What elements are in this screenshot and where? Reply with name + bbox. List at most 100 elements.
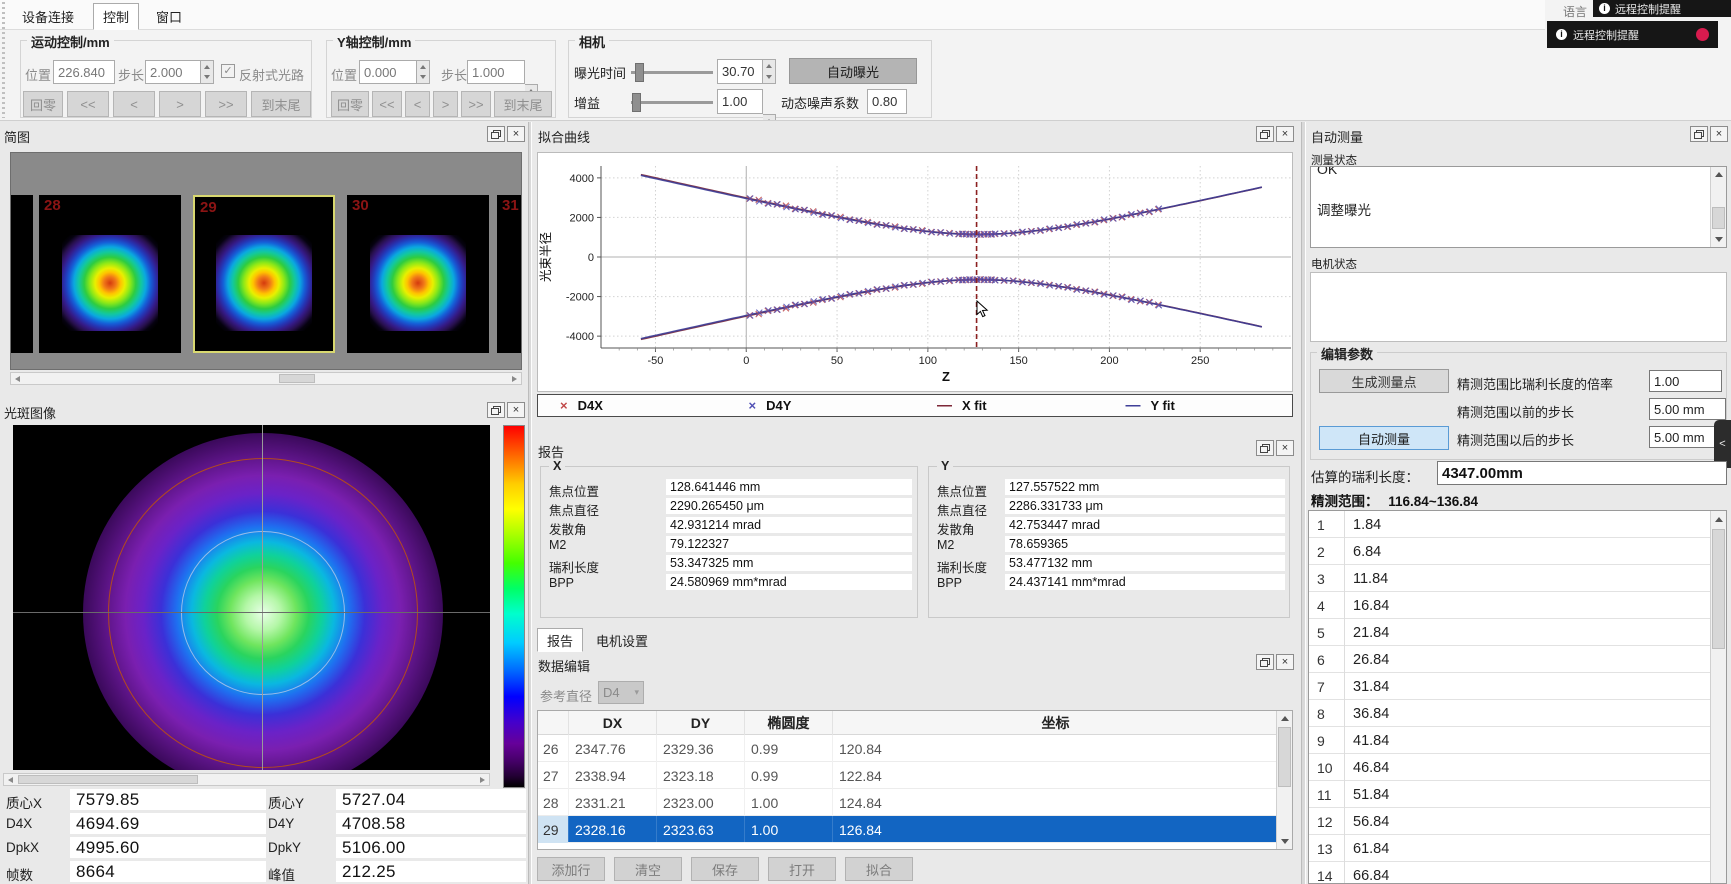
edit-button-保存[interactable]: 保存 (691, 857, 759, 881)
measure-point-row[interactable]: 626.84 (1309, 646, 1710, 673)
measure-point-row[interactable]: 11.84 (1309, 511, 1710, 538)
exposure-input[interactable]: 30.70 (717, 59, 763, 84)
scroll-right-icon[interactable] (480, 777, 485, 783)
close-icon[interactable]: × (1276, 126, 1294, 142)
edit-button-添加行[interactable]: 添加行 (537, 857, 605, 881)
scroll-left-icon[interactable] (8, 777, 13, 783)
scrollbar-thumb[interactable] (279, 374, 315, 383)
tab-motor-settings[interactable]: 电机设置 (585, 628, 659, 652)
table-row[interactable]: 292328.162323.631.00126.84 (538, 816, 1276, 843)
table-row[interactable]: 282331.212323.001.00124.84 (538, 789, 1276, 816)
table-vscrollbar[interactable] (1276, 711, 1292, 849)
fit-chart-frame[interactable]: -4000-2000020004000-50050100150200250Z光束… (537, 152, 1293, 392)
restore-icon[interactable] (1256, 440, 1274, 456)
motion-nav-0[interactable]: 回零 (23, 91, 63, 117)
list-vscrollbar[interactable] (1710, 511, 1726, 883)
remote-control-toast-2[interactable]: i 远程控制提醒 (1547, 21, 1718, 48)
measure-point-row[interactable]: 1046.84 (1309, 754, 1710, 781)
column-header-坐标[interactable]: 坐标 (832, 711, 1278, 735)
thumbnail-hscrollbar[interactable] (10, 372, 522, 385)
y-axis-nav-2[interactable]: < (405, 91, 430, 117)
splitter-right[interactable] (1301, 122, 1306, 884)
ratio-input[interactable]: 1.00 (1649, 370, 1722, 392)
thumbnail-partial[interactable] (11, 195, 33, 353)
edit-button-清空[interactable]: 清空 (614, 857, 682, 881)
remote-control-toast-1[interactable]: i 远程控制提醒 (1593, 0, 1731, 17)
measure-point-row[interactable]: 1361.84 (1309, 835, 1710, 862)
auto-exposure-button[interactable]: 自动曝光 (789, 58, 917, 84)
toolbar-gripper[interactable] (2, 2, 5, 118)
step-spinner[interactable] (201, 60, 214, 84)
ref-diameter-dropdown[interactable]: D4 ▾ (598, 681, 644, 704)
close-icon[interactable]: × (1276, 654, 1294, 670)
measure-point-row[interactable]: 26.84 (1309, 538, 1710, 565)
thumbnail-31[interactable]: 31 (497, 195, 522, 353)
scroll-up-icon[interactable] (1715, 517, 1723, 522)
measure-point-row[interactable]: 311.84 (1309, 565, 1710, 592)
exposure-spinner[interactable] (763, 59, 776, 84)
column-header-DY[interactable]: DY (656, 711, 744, 735)
beam-hscrollbar[interactable] (3, 773, 490, 786)
motion-nav-4[interactable]: >> (205, 91, 247, 117)
close-icon[interactable]: × (507, 126, 525, 142)
scrollbar-thumb[interactable] (1712, 207, 1725, 229)
motor-status-box[interactable] (1310, 272, 1727, 342)
scrollbar-thumb[interactable] (1712, 529, 1725, 649)
thumbnail-30[interactable]: 30 (347, 195, 489, 353)
splitter-left[interactable] (528, 122, 532, 884)
tab-device-connect[interactable]: 设备连接 (11, 4, 85, 29)
tab-control[interactable]: 控制 (93, 3, 139, 30)
thumbnail-29[interactable]: 29 (193, 195, 335, 353)
y-axis-nav-1[interactable]: << (372, 91, 402, 117)
before-step-input[interactable]: 5.00 mm (1649, 398, 1726, 420)
rayleigh-input[interactable]: 4347.00mm (1437, 461, 1727, 485)
table-row[interactable]: 272338.942323.180.99122.84 (538, 762, 1276, 789)
motion-nav-1[interactable]: << (67, 91, 109, 117)
scroll-down-icon[interactable] (1281, 839, 1289, 844)
table-row[interactable]: 262347.762329.360.99120.84 (538, 735, 1276, 762)
motion-nav-5[interactable]: 到末尾 (251, 91, 311, 117)
y-position-input[interactable]: 0.000 (359, 60, 417, 84)
close-icon[interactable]: × (507, 402, 525, 418)
gain-input[interactable]: 1.00 (717, 89, 763, 114)
restore-icon[interactable] (487, 402, 505, 418)
status-vscrollbar[interactable] (1710, 167, 1726, 247)
y-axis-nav-0[interactable]: 回零 (331, 91, 369, 117)
measure-point-row[interactable]: 416.84 (1309, 592, 1710, 619)
scroll-up-icon[interactable] (1715, 172, 1723, 177)
measure-point-row[interactable]: 731.84 (1309, 673, 1710, 700)
scrollbar-thumb[interactable] (18, 775, 198, 784)
measure-point-row[interactable]: 521.84 (1309, 619, 1710, 646)
restore-icon[interactable] (487, 126, 505, 142)
measure-point-row[interactable]: 1256.84 (1309, 808, 1710, 835)
position-input[interactable]: 226.840 (53, 60, 115, 84)
motion-nav-2[interactable]: < (113, 91, 155, 117)
restore-icon[interactable] (1690, 126, 1708, 142)
edit-button-拟合[interactable]: 拟合 (845, 857, 913, 881)
exposure-slider-handle[interactable] (635, 63, 644, 82)
y-step-input[interactable]: 1.000 (467, 60, 525, 84)
column-header-DX[interactable]: DX (568, 711, 656, 735)
tab-window[interactable]: 窗口 (147, 4, 191, 29)
reflective-path-checkbox[interactable]: ✓ (221, 64, 235, 78)
y-axis-nav-4[interactable]: >> (461, 91, 491, 117)
motion-nav-3[interactable]: > (159, 91, 201, 117)
measure-point-row[interactable]: 1151.84 (1309, 781, 1710, 808)
tab-report[interactable]: 报告 (537, 628, 583, 652)
beam-image[interactable] (13, 425, 490, 770)
step-input[interactable]: 2.000 (145, 60, 201, 84)
gain-slider[interactable] (631, 101, 713, 104)
thumbnail-28[interactable]: 28 (39, 195, 181, 353)
measure-point-row[interactable]: 1466.84 (1309, 862, 1710, 884)
measure-point-row[interactable]: 836.84 (1309, 700, 1710, 727)
auto-measure-button[interactable]: 自动测量 (1319, 426, 1449, 450)
language-menu-label[interactable]: 语言 (1563, 3, 1587, 20)
column-header-椭圆度[interactable]: 椭圆度 (744, 711, 832, 735)
scroll-left-icon[interactable] (15, 376, 20, 382)
gain-slider-handle[interactable] (632, 93, 641, 112)
y-position-spinner[interactable] (417, 60, 430, 84)
close-icon[interactable]: × (1710, 126, 1728, 142)
edit-button-打开[interactable]: 打开 (768, 857, 836, 881)
scroll-up-icon[interactable] (1281, 716, 1289, 721)
measure-status-box[interactable]: OK 调整曝光 (1310, 166, 1727, 248)
